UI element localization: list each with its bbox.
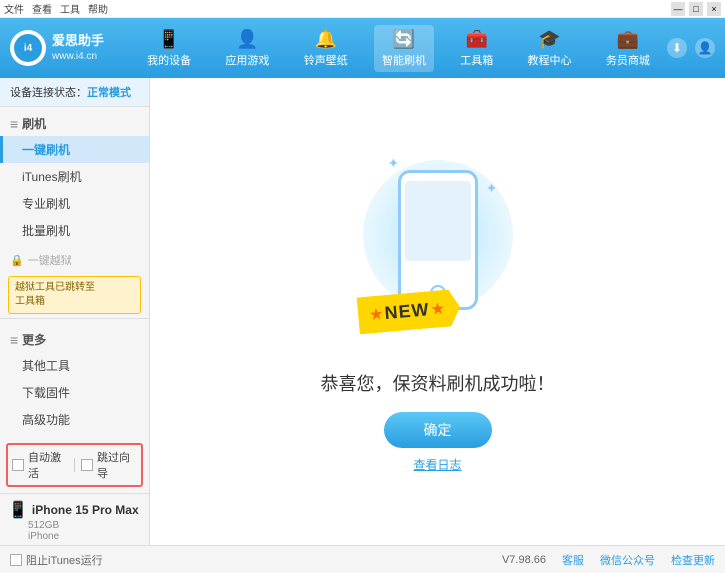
sparkle-2: ✦ <box>486 180 498 197</box>
nav-toolbox[interactable]: 🧰 工具箱 <box>452 25 501 72</box>
footer: 阻止iTunes运行 V7.98.66 客服 微信公众号 检查更新 <box>0 545 725 573</box>
menu-bar-item[interactable]: 工具 <box>60 1 80 16</box>
user-button[interactable]: 👤 <box>695 38 715 58</box>
device-type: iPhone <box>8 531 141 542</box>
device-name: iPhone 15 Pro Max <box>32 503 139 517</box>
sidebar-item-itunes-flash[interactable]: iTunes刷机 <box>0 163 149 190</box>
logo-text: 爱思助手 www.i4.cn <box>52 33 104 63</box>
minimize-button[interactable]: — <box>671 2 685 16</box>
more-group: ≡ 更多 其他工具 下载固件 高级功能 <box>0 323 149 437</box>
toolbox-icon: 🧰 <box>466 29 488 50</box>
confirm-button[interactable]: 确定 <box>384 412 492 448</box>
sidebar-notice: 越狱工具已跳转至 工具箱 <box>8 276 141 314</box>
flash-group-header: ≡ 刷机 <box>0 111 149 136</box>
success-message: 恭喜您，保资料刷机成功啦！ <box>321 370 555 396</box>
skip-guide-label: 跳过向导 <box>97 449 137 481</box>
auto-row: 自动激活 跳过向导 <box>12 449 137 481</box>
header-right: ⬇ 👤 <box>667 38 715 58</box>
nav-tutorial[interactable]: 🎓 教程中心 <box>520 25 580 72</box>
maximize-button[interactable]: □ <box>689 2 703 16</box>
download-button[interactable]: ⬇ <box>667 38 687 58</box>
close-button[interactable]: × <box>707 2 721 16</box>
lock-icon: 🔒 <box>10 254 24 267</box>
phone-illustration: ✦ ✦ ✦ ★ NEW ★ <box>348 150 528 350</box>
footer-left: 阻止iTunes运行 <box>10 552 502 568</box>
sidebar: 设备连接状态：正常模式 ≡ 刷机 一键刷机 iTunes刷机 专业刷机 批量刷机… <box>0 78 150 545</box>
nav-apps-games[interactable]: 👤 应用游戏 <box>217 25 277 72</box>
sidebar-item-download-firmware[interactable]: 下载固件 <box>0 379 149 406</box>
logo-area: i4 爱思助手 www.i4.cn <box>10 30 130 66</box>
check-update-link[interactable]: 检查更新 <box>671 552 715 568</box>
nav-my-device[interactable]: 📱 我的设备 <box>139 25 199 72</box>
phone-icon: 📱 <box>8 500 28 520</box>
more-group-header: ≡ 更多 <box>0 327 149 352</box>
sidebar-item-pro-flash[interactable]: 专业刷机 <box>0 190 149 217</box>
new-ribbon: ★ NEW ★ <box>358 293 460 330</box>
star-icon: ★ <box>369 305 383 323</box>
header: i4 爱思助手 www.i4.cn 📱 我的设备 👤 应用游戏 🔔 铃声壁纸 🔄… <box>0 18 725 78</box>
auto-activate-checkbox[interactable] <box>12 459 24 471</box>
menu-bar: 文件 查看 工具 帮助 — □ × <box>0 0 725 18</box>
flash-group-icon: ≡ <box>10 116 18 132</box>
status-bar: 设备连接状态：正常模式 <box>0 78 149 107</box>
menu-bar-item[interactable]: 帮助 <box>88 1 108 16</box>
content-area: ✦ ✦ ✦ ★ NEW ★ 恭喜您，保资料刷机成功啦！ 确定 查看日志 <box>150 78 725 545</box>
sidebar-item-advanced[interactable]: 高级功能 <box>0 406 149 433</box>
nav-ringtones[interactable]: 🔔 铃声壁纸 <box>296 25 356 72</box>
sidebar-item-batch-flash[interactable]: 批量刷机 <box>0 217 149 244</box>
star-icon-2: ★ <box>430 300 444 318</box>
main-layout: 设备连接状态：正常模式 ≡ 刷机 一键刷机 iTunes刷机 专业刷机 批量刷机… <box>0 78 725 545</box>
nav-smart-flash[interactable]: 🔄 智能刷机 <box>374 25 434 72</box>
apps-icon: 👤 <box>236 29 258 50</box>
more-group-icon: ≡ <box>10 332 18 348</box>
sidebar-divider <box>0 318 149 319</box>
device-row: 📱 iPhone 15 Pro Max <box>8 500 141 520</box>
sidebar-item-one-key-flash[interactable]: 一键刷机 <box>0 136 149 163</box>
stop-itunes-label: 阻止iTunes运行 <box>26 552 103 568</box>
flash-group: ≡ 刷机 一键刷机 iTunes刷机 专业刷机 批量刷机 <box>0 107 149 248</box>
ringtones-icon: 🔔 <box>314 29 336 50</box>
my-device-icon: 📱 <box>158 29 180 50</box>
wechat-link[interactable]: 微信公众号 <box>600 552 655 568</box>
menu-bar-item[interactable]: 文件 <box>4 1 24 16</box>
phone-screen <box>405 181 471 261</box>
phone-body <box>398 170 478 310</box>
log-link[interactable]: 查看日志 <box>413 456 461 473</box>
footer-version: V7.98.66 客服 微信公众号 检查更新 <box>502 552 715 568</box>
flash-icon: 🔄 <box>393 29 415 50</box>
customer-service-link[interactable]: 客服 <box>562 552 584 568</box>
nav-service[interactable]: 💼 务员商城 <box>598 25 658 72</box>
auto-section: 自动激活 跳过向导 <box>6 443 143 487</box>
stop-itunes-checkbox[interactable] <box>10 554 22 566</box>
sidebar-item-other-tools[interactable]: 其他工具 <box>0 352 149 379</box>
logo-icon: i4 <box>10 30 46 66</box>
version-text: V7.98.66 <box>502 554 546 566</box>
service-icon: 💼 <box>617 29 639 50</box>
auto-divider <box>74 458 75 472</box>
tutorial-icon: 🎓 <box>538 29 560 50</box>
device-info: 📱 iPhone 15 Pro Max 512GB iPhone <box>0 493 149 545</box>
auto-activate-label: 自动激活 <box>28 449 68 481</box>
sidebar-disabled-jailbreak: 🔒 一键越狱 <box>0 248 149 272</box>
skip-guide-checkbox[interactable] <box>81 459 93 471</box>
sparkle-1: ✦ <box>388 155 400 172</box>
main-nav: 📱 我的设备 👤 应用游戏 🔔 铃声壁纸 🔄 智能刷机 🧰 工具箱 🎓 教程中心… <box>130 25 667 72</box>
menu-bar-item[interactable]: 查看 <box>32 1 52 16</box>
device-storage: 512GB <box>8 520 141 531</box>
new-badge: ★ NEW ★ <box>356 289 461 335</box>
